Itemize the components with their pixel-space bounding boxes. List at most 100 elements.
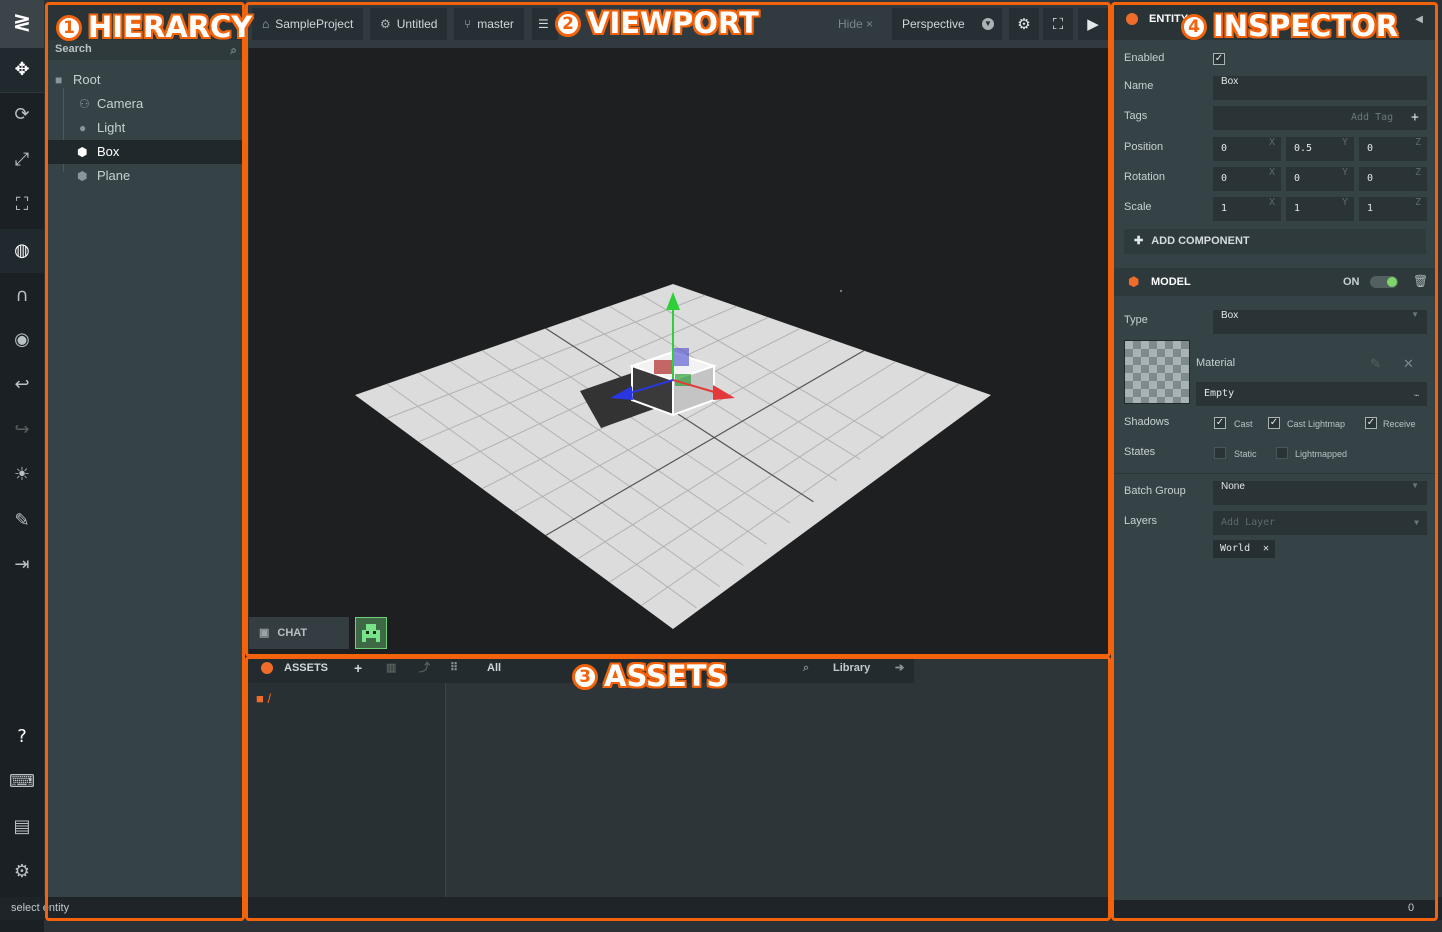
inspector-panel: ENTITY ◀ Enabled ✓ Name Box Tags Add Tag… bbox=[1113, 0, 1435, 900]
hierarchy-callout: 1 HIERARCY bbox=[56, 10, 252, 44]
static-checkbox[interactable]: ✓ bbox=[1214, 447, 1226, 459]
light-icon[interactable]: ☀ bbox=[0, 453, 44, 497]
model-toggle[interactable] bbox=[1370, 276, 1398, 288]
search-input[interactable]: Search bbox=[55, 43, 92, 55]
library-button[interactable]: Library bbox=[833, 657, 870, 679]
project-label: SampleProject bbox=[275, 17, 354, 31]
callout-number: 2 bbox=[555, 11, 581, 37]
comment-icon[interactable]: ▤ bbox=[0, 805, 44, 849]
tree-item-box[interactable]: ⬢ Box bbox=[47, 140, 243, 164]
tree-item-label: Box bbox=[97, 144, 120, 159]
rotation-z[interactable]: 0Z bbox=[1359, 167, 1427, 191]
chevron-down-icon: ▼ bbox=[1411, 310, 1419, 319]
inspector-callout: 4 INSPECTOR bbox=[1181, 9, 1398, 43]
grid-view-icon[interactable]: ⠿ bbox=[450, 657, 458, 679]
rotation-x[interactable]: 0X bbox=[1213, 167, 1281, 191]
add-asset-icon[interactable]: + bbox=[354, 657, 362, 679]
tags-field[interactable]: Add Tag + bbox=[1213, 106, 1427, 130]
publish-icon[interactable]: ⇥ bbox=[0, 543, 44, 587]
edit-material-icon[interactable]: ✎ bbox=[1370, 356, 1381, 372]
tree-item-root[interactable]: ■ Root bbox=[47, 68, 243, 92]
type-select[interactable]: Box ▼ bbox=[1213, 310, 1427, 334]
delete-asset-icon[interactable]: ▥ bbox=[386, 657, 396, 679]
magnet-icon[interactable]: ∩ bbox=[0, 274, 44, 318]
move-up-icon[interactable]: ⤴ bbox=[419, 657, 430, 679]
status-bar: select entity 0 bbox=[0, 897, 1442, 920]
rotation-z-value: 0 bbox=[1367, 173, 1374, 184]
batch-group-label: Batch Group bbox=[1124, 485, 1186, 497]
viewport-settings-icon[interactable]: ⚙ bbox=[1009, 8, 1039, 40]
lightmapped-checkbox[interactable]: ✓ bbox=[1276, 447, 1288, 459]
rotation-y[interactable]: 0Y bbox=[1286, 167, 1354, 191]
translate-icon[interactable]: ✥ bbox=[0, 48, 44, 92]
material-preview[interactable] bbox=[1124, 340, 1190, 404]
world-icon[interactable]: ◍ bbox=[0, 229, 44, 273]
shadows-label: Shadows bbox=[1124, 416, 1170, 428]
cast-lightmap-checkbox[interactable]: ✓ bbox=[1268, 417, 1280, 429]
axis-label: X bbox=[1268, 197, 1275, 208]
tree-item-camera[interactable]: ⚇ Camera bbox=[47, 92, 243, 116]
settings-icon[interactable]: ⚙ bbox=[0, 850, 44, 894]
playcanvas-logo-icon[interactable]: ≷ bbox=[0, 0, 44, 48]
gizmo-plane-yz bbox=[673, 348, 689, 366]
scale-z[interactable]: 1Z bbox=[1359, 197, 1427, 221]
play-icon[interactable]: ▶ bbox=[1078, 8, 1108, 40]
position-z[interactable]: 0Z bbox=[1359, 137, 1427, 161]
viewport-canvas[interactable] bbox=[249, 48, 1109, 654]
cast-label: Cast bbox=[1234, 419, 1253, 429]
position-x-value: 0 bbox=[1221, 143, 1228, 154]
status-count: 0 bbox=[1408, 902, 1415, 914]
camera-select[interactable]: Perspective ▼ bbox=[892, 8, 1002, 40]
keyboard-icon[interactable]: ⌨ bbox=[0, 760, 44, 804]
add-component-button[interactable]: ✚ ADD COMPONENT bbox=[1124, 229, 1426, 254]
gizmo-plane-xy bbox=[654, 360, 672, 374]
tree-item-plane[interactable]: ⬢ Plane bbox=[47, 164, 243, 188]
enabled-checkbox[interactable]: ✓ bbox=[1213, 53, 1225, 65]
batch-group-select[interactable]: None ▼ bbox=[1213, 481, 1427, 505]
close-icon[interactable]: ✕ bbox=[1403, 356, 1414, 372]
asset-filter[interactable]: All bbox=[487, 657, 501, 679]
undo-icon[interactable]: ↩ bbox=[0, 363, 44, 407]
receive-checkbox[interactable]: ✓ bbox=[1365, 417, 1377, 429]
hide-button[interactable]: Hide × bbox=[838, 8, 886, 40]
edit-icon[interactable]: ✎ bbox=[0, 499, 44, 543]
remove-tag-icon[interactable]: ✕ bbox=[1263, 540, 1269, 558]
folder-root[interactable]: ■ / bbox=[256, 691, 271, 706]
material-field[interactable]: Empty… bbox=[1196, 382, 1427, 406]
axis-label: Y bbox=[1341, 167, 1348, 178]
resize-icon[interactable]: ⛶ bbox=[0, 183, 44, 227]
scale-x[interactable]: 1X bbox=[1213, 197, 1281, 221]
scale-icon[interactable]: ⤢ bbox=[0, 138, 44, 182]
rotate-icon[interactable]: ⟳ bbox=[0, 93, 44, 137]
scale-y-value: 1 bbox=[1294, 203, 1301, 214]
model-component-header[interactable]: ⬢ MODEL ON 🗑 bbox=[1113, 268, 1435, 296]
trash-icon[interactable]: 🗑 bbox=[1413, 274, 1428, 288]
eye-icon[interactable]: ◉ bbox=[0, 318, 44, 362]
receive-label: Receive bbox=[1383, 419, 1416, 429]
chat-button[interactable]: ▣ CHAT bbox=[249, 617, 349, 649]
more-icon[interactable]: … bbox=[1414, 382, 1419, 406]
position-x[interactable]: 0X bbox=[1213, 137, 1281, 161]
layers-field[interactable]: Add Layer ▼ bbox=[1213, 511, 1427, 535]
fullscreen-icon[interactable]: ⛶ bbox=[1043, 8, 1073, 40]
axis-label: Y bbox=[1341, 197, 1348, 208]
redo-icon[interactable]: ↪ bbox=[0, 408, 44, 452]
help-icon[interactable]: ? bbox=[0, 715, 44, 759]
tree-item-label: Root bbox=[73, 72, 101, 87]
branch-button[interactable]: ⑂ master bbox=[454, 8, 524, 40]
scene-button[interactable]: ⚙ Untitled bbox=[370, 8, 448, 40]
position-y[interactable]: 0.5 Y bbox=[1286, 137, 1354, 161]
scale-y[interactable]: 1Y bbox=[1286, 197, 1354, 221]
scene-render bbox=[355, 284, 991, 629]
project-button[interactable]: ⌂ SampleProject bbox=[252, 8, 364, 40]
name-field[interactable]: Box bbox=[1213, 76, 1427, 100]
add-tag-icon[interactable]: + bbox=[1411, 106, 1419, 130]
library-arrow-icon[interactable]: ➔ bbox=[895, 657, 904, 679]
layer-tag[interactable]: World ✕ bbox=[1213, 540, 1275, 558]
cast-checkbox[interactable]: ✓ bbox=[1214, 417, 1226, 429]
search-icon[interactable]: ⌕ bbox=[803, 657, 809, 679]
collapse-icon[interactable]: ◀ bbox=[1415, 14, 1423, 25]
axis-label: Z bbox=[1414, 197, 1421, 208]
avatar[interactable] bbox=[355, 617, 387, 649]
tree-item-light[interactable]: ● Light bbox=[47, 116, 243, 140]
